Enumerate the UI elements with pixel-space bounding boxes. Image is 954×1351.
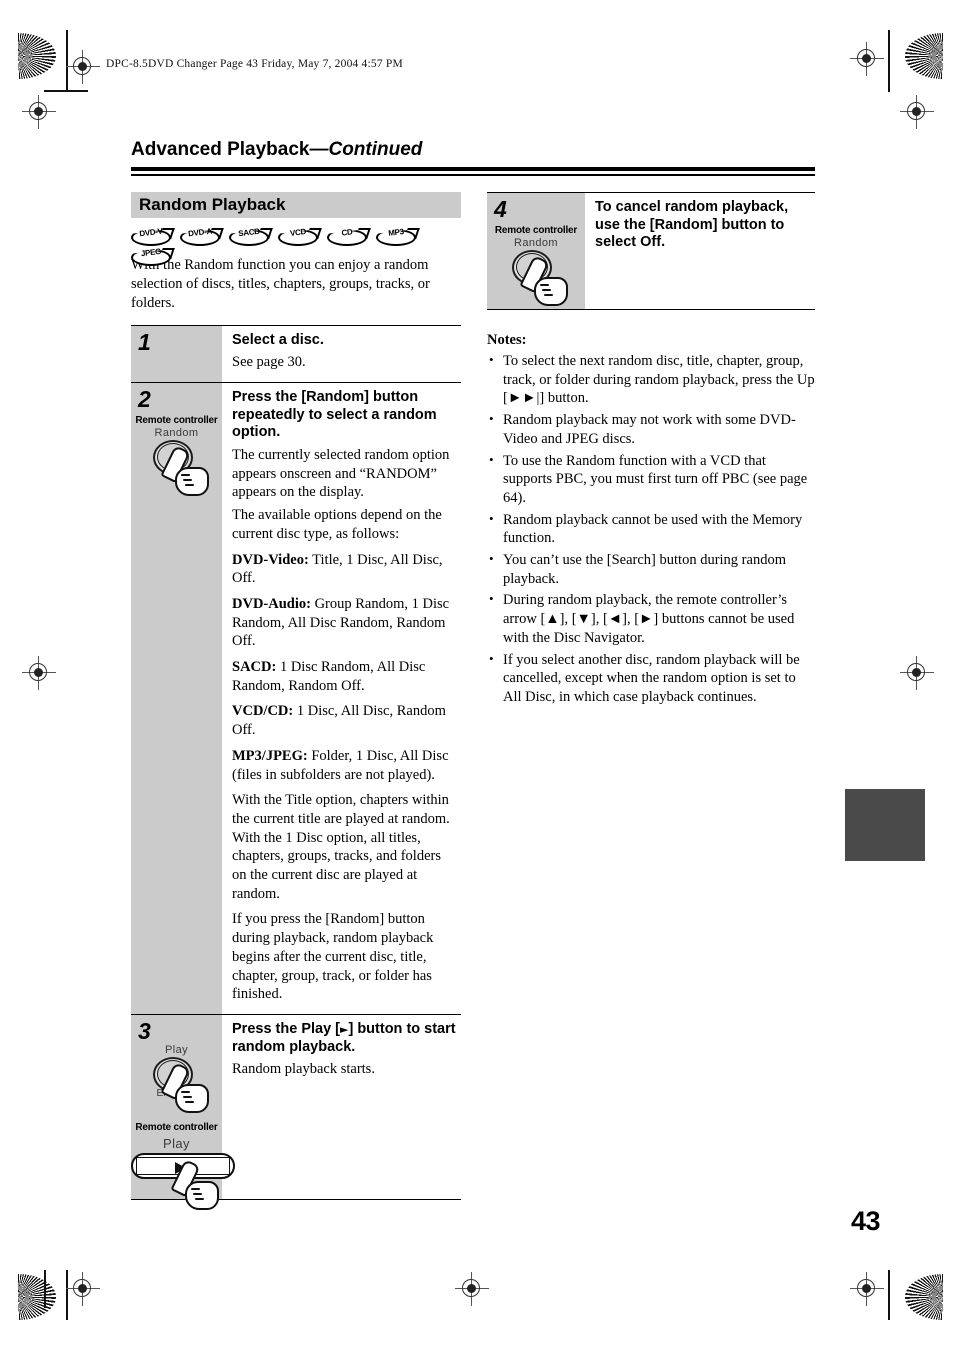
remote-controller-label: Remote controller — [135, 1121, 218, 1133]
page-title-continued: —Continued — [309, 139, 423, 160]
halftone-starburst-top — [18, 33, 56, 79]
section-intro: With the Random function you can enjoy a… — [131, 257, 430, 311]
step-paragraph: If you press the [Random] button during … — [232, 911, 434, 1003]
step-number: 4 — [494, 196, 507, 222]
step-body: Press the [Random] button repeatedly to … — [222, 383, 461, 1014]
crop-mark-line — [888, 1270, 890, 1320]
step-number-cell: 1 — [131, 325, 222, 382]
step-list: 1 Select a disc. See page 30. 2 Remote c… — [131, 324, 461, 1210]
remote-controller-label: Remote controller — [494, 225, 578, 236]
halftone-starburst-bottom — [18, 1274, 56, 1320]
disc-badge-sacd: SACD — [229, 227, 273, 247]
note-item: You can’t use the [Search] button during… — [487, 551, 815, 588]
step-body: To cancel random playback, use the [Rand… — [585, 193, 815, 309]
registration-mark-right-middle — [900, 656, 934, 690]
step-row-2: 2 Remote controller Random Press the [Ra… — [131, 382, 461, 1015]
disc-option-line: SACD: 1 Disc Random, All Disc Random, Ra… — [232, 658, 459, 695]
notes-list: To select the next random disc, title, c… — [487, 352, 815, 707]
note-item: To use the Random function with a VCD th… — [487, 452, 815, 508]
play-enter-knob-illustration: Play Enter — [135, 1043, 219, 1113]
registration-mark-left-upper — [22, 95, 56, 129]
step-body: Select a disc. See page 30. — [222, 326, 461, 382]
remote-controller-label: Remote controller — [135, 414, 218, 426]
disc-badge-vcd: VCD — [278, 227, 322, 247]
disc-badge-cd: CD — [327, 227, 371, 247]
step4-block: 4 Remote controller Random To cancel ran… — [487, 192, 815, 310]
random-button-illustration: Random — [494, 237, 578, 306]
registration-mark-right-upper — [900, 95, 934, 129]
play-bar-button-illustration — [131, 1152, 235, 1210]
step-paragraph: With the Title option, chapters within t… — [232, 792, 450, 902]
notes-heading: Notes: — [487, 332, 527, 348]
step-paragraph: See page 30. — [232, 354, 306, 371]
play-bar-caption: Play — [163, 1135, 190, 1151]
step-heading-prefix: Press the Play [ — [232, 1020, 340, 1037]
disc-badge-jpeg: JPEG — [131, 247, 175, 267]
step-number-cell: 2 Remote controller Random — [131, 382, 222, 1014]
left-column: Random Playback DVD-V DVD-A SACD VCD CD — [131, 192, 461, 1210]
step-paragraph: The currently selected random option app… — [232, 446, 450, 501]
disc-option-line: VCD/CD: 1 Disc, All Disc, Random Off. — [232, 702, 459, 739]
title-rule-thin — [131, 174, 815, 176]
page-title-main: Advanced Playback — [131, 139, 310, 160]
disc-format-badges: DVD-V DVD-A SACD VCD CD MP3 JPEG — [131, 227, 461, 266]
disc-badge-dvdv: DVD-V — [131, 227, 175, 247]
step-number: 1 — [138, 328, 151, 355]
play-knob-caption: Play — [165, 1043, 188, 1056]
disc-option-type: DVD-Video: — [232, 551, 309, 568]
file-header-line: DPC-8.5DVD Changer Page 43 Friday, May 7… — [106, 58, 403, 70]
disc-option-line: MP3/JPEG: Folder, 1 Disc, All Disc (file… — [232, 747, 459, 784]
manual-page: DPC-8.5DVD Changer Page 43 Friday, May 7… — [0, 0, 954, 1351]
step-number: 3 — [138, 1017, 151, 1044]
step-heading: Press the [Random] button repeatedly to … — [232, 388, 437, 441]
registration-mark-bottom-center — [455, 1272, 489, 1306]
note-item: Random playback cannot be used with the … — [487, 511, 815, 548]
step-number-cell: 4 Remote controller Random — [487, 193, 585, 309]
step-paragraph: The available options depend on the curr… — [232, 507, 442, 542]
title-rule-thick — [131, 167, 815, 171]
step-number: 2 — [138, 385, 151, 412]
note-item: If you select another disc, random playb… — [487, 651, 815, 707]
disc-badge-mp3: MP3 — [376, 227, 420, 247]
right-column: 4 Remote controller Random To cancel ran… — [487, 192, 815, 707]
step-body: Press the Play [►] button to start rando… — [222, 1015, 461, 1199]
disc-badge-dvda: DVD-A — [180, 227, 224, 247]
disc-option-line: DVD-Video: Title, 1 Disc, All Disc, Off. — [232, 551, 459, 588]
step-row-3: 3 Play Enter Remote controller — [131, 1014, 461, 1210]
step-row-1: 1 Select a disc. See page 30. — [131, 325, 461, 383]
disc-option-type: MP3/JPEG: — [232, 747, 308, 764]
step-heading: Press the Play [►] button to start rando… — [232, 1021, 459, 1056]
registration-mark-bottom-left — [66, 1272, 100, 1306]
registration-mark-top-right — [850, 42, 884, 76]
disc-option-type: VCD/CD: — [232, 703, 294, 720]
random-button-illustration: Random — [135, 426, 219, 496]
step-row-4: 4 Remote controller Random To cancel ran… — [487, 193, 815, 310]
random-button-caption: Random — [154, 426, 199, 439]
step-heading: Select a disc. — [232, 331, 324, 348]
halftone-starburst-bottom-right — [905, 1274, 943, 1320]
registration-mark-left-middle — [22, 656, 56, 690]
step-heading: To cancel random playback, use the [Rand… — [595, 199, 789, 251]
halftone-starburst-top-right — [905, 33, 943, 79]
random-button-caption: Random — [514, 237, 558, 249]
note-item: Random playback may not work with some D… — [487, 411, 815, 448]
note-item: To select the next random disc, title, c… — [487, 352, 815, 408]
disc-option-line: DVD-Audio: Group Random, 1 Disc Random, … — [232, 595, 459, 651]
crop-mark-line — [888, 30, 890, 92]
crop-mark-line — [44, 90, 88, 92]
registration-mark-top-left — [66, 50, 100, 84]
crop-mark-line — [44, 1270, 46, 1308]
note-item: During random playback, the remote contr… — [487, 591, 815, 647]
disc-option-type: DVD-Audio: — [232, 595, 311, 612]
step-paragraph: Random playback starts. — [232, 1061, 375, 1078]
disc-option-type: SACD: — [232, 659, 277, 676]
section-heading: Random Playback — [131, 192, 461, 218]
step-number-cell: 3 Play Enter Remote controller — [131, 1014, 235, 1210]
page-title: Advanced Playback—Continued — [131, 139, 821, 161]
registration-mark-bottom-right — [850, 1272, 884, 1306]
page-number: 43 — [850, 1206, 881, 1236]
thumb-index-tab — [845, 789, 925, 861]
